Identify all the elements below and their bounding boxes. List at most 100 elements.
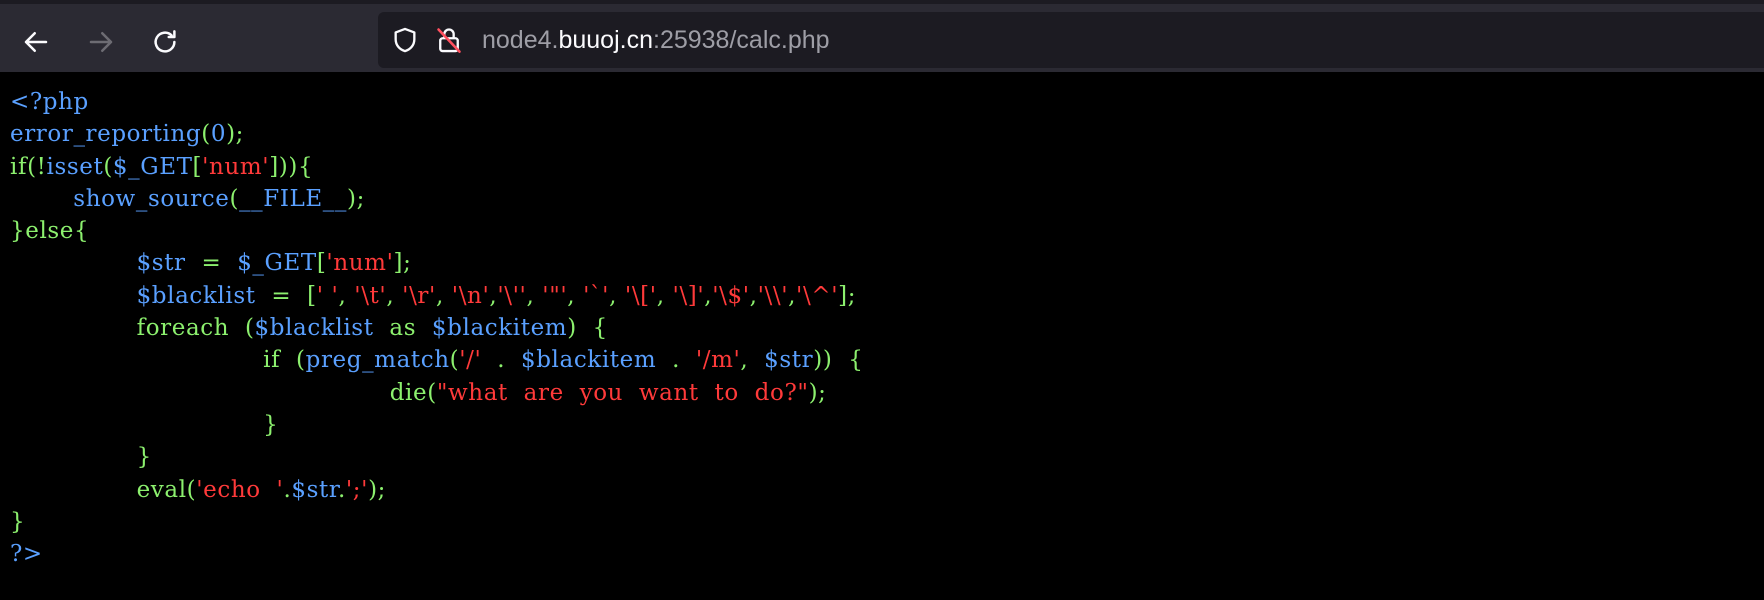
source-token: $blacklist — [136, 282, 264, 309]
source-line: show_source(__FILE__); — [10, 183, 863, 215]
source-token: preg_match — [305, 347, 450, 374]
source-line: eval('echo '.$str.';'); — [10, 474, 863, 506]
source-token: '\]' — [672, 282, 705, 309]
source-token: [ — [316, 250, 327, 277]
source-token: '"' — [542, 282, 568, 309]
forward-button[interactable] — [81, 22, 121, 62]
source-token: $blacklist — [254, 315, 382, 342]
source-line: ?> — [10, 538, 863, 570]
source-token: , — [338, 282, 355, 309]
tracking-protection-button[interactable] — [390, 25, 420, 55]
source-token: ( — [449, 347, 460, 374]
source-token: $blackitem — [513, 347, 665, 374]
source-token: $_GET — [229, 250, 317, 277]
back-button[interactable] — [16, 22, 56, 62]
source-token: '\[' — [624, 282, 657, 309]
source-token: eval( — [136, 476, 197, 503]
source-token: ( — [237, 315, 255, 342]
arrow-right-icon — [89, 32, 113, 52]
source-token: ]; — [838, 282, 857, 309]
url-path: :25938/calc.php — [653, 25, 830, 54]
source-token: ); — [368, 476, 387, 503]
source-token: $blackitem — [424, 315, 568, 342]
reload-icon — [154, 30, 176, 53]
source-line: $blacklist = [' ', '\t', '\r', '\n','\''… — [10, 280, 863, 312]
source-line: die("what are you want to do?"); — [10, 377, 863, 409]
source-line: if (preg_match('/' . $blackitem . '/m', … — [10, 344, 863, 376]
source-line: } — [10, 409, 863, 441]
source-line: }else{ — [10, 215, 863, 247]
source-token: ( — [229, 185, 240, 212]
source-token: if(! — [10, 153, 47, 180]
source-line: error_reporting(0); — [10, 118, 863, 150]
source-token — [10, 250, 137, 276]
source-line: } — [10, 506, 863, 538]
source-token: , — [749, 282, 758, 309]
source-token: ' ' — [316, 282, 339, 309]
source-token: ]; — [393, 250, 412, 277]
source-token: , — [788, 282, 797, 309]
source-token — [10, 444, 137, 470]
source-token: , — [656, 282, 673, 309]
source-token: if — [263, 347, 289, 374]
lock-insecure-icon — [437, 28, 461, 53]
source-token — [10, 477, 137, 503]
source-token: ';' — [345, 476, 369, 503]
php-source-code: <?php error_reporting(0); if(!isset($_GET[… — [10, 86, 863, 570]
source-token: "what are you want to do?" — [436, 379, 809, 406]
shield-icon — [394, 27, 416, 53]
source-token: , — [740, 347, 757, 374]
source-token: ( — [201, 121, 211, 148]
source-token: ); — [226, 121, 244, 148]
source-token — [10, 186, 73, 212]
source-token: error_reporting — [10, 121, 202, 148]
source-token — [10, 315, 137, 341]
source-token: ( — [103, 153, 113, 180]
source-token: '\n' — [451, 282, 490, 309]
source-token: = — [263, 282, 300, 309]
source-token — [10, 380, 390, 406]
source-token: '/' — [459, 347, 482, 374]
source-line: if(!isset($_GET['num'])){ — [10, 151, 863, 183]
url-bar[interactable]: node4.buuoj.cn:25938/calc.php — [378, 12, 1764, 68]
source-token — [10, 283, 137, 309]
source-token: , — [435, 282, 452, 309]
source-token — [10, 347, 263, 373]
source-token: show_source — [73, 185, 230, 212]
reload-button[interactable] — [145, 22, 185, 62]
source-token: , — [567, 282, 584, 309]
arrow-left-icon — [24, 32, 48, 52]
source-line: $str = $_GET['num']; — [10, 247, 863, 279]
source-line: foreach ($blacklist as $blackitem) { — [10, 312, 863, 344]
source-token: ( — [288, 347, 306, 374]
site-info-button[interactable] — [434, 25, 464, 55]
source-token: '\^' — [796, 282, 839, 309]
source-token: '\$' — [712, 282, 750, 309]
source-token: '`' — [583, 282, 610, 309]
source-token: isset — [46, 153, 104, 180]
source-token: $str — [136, 250, 194, 277]
source-token: , — [386, 282, 403, 309]
source-token: '\\' — [757, 282, 789, 309]
source-line: } — [10, 441, 863, 473]
url-prefix: node4. — [482, 25, 559, 54]
source-token: '/m' — [687, 347, 741, 374]
source-token: die( — [389, 379, 437, 406]
source-token: '\'' — [497, 282, 527, 309]
source-token: __FILE__ — [239, 185, 347, 212]
url-host: buuoj.cn — [558, 25, 653, 54]
source-token: '\r' — [402, 282, 436, 309]
source-token: } — [263, 411, 279, 438]
source-token: $str — [756, 347, 814, 374]
source-token: . — [664, 347, 688, 374]
source-token: <?php — [10, 89, 89, 115]
source-token: ); — [808, 379, 827, 406]
source-token: = — [193, 250, 230, 277]
url-text[interactable]: node4.buuoj.cn:25938/calc.php — [482, 26, 830, 55]
source-token: '\t' — [354, 282, 387, 309]
source-token: ])){ — [269, 153, 314, 180]
source-token: [ — [192, 153, 203, 180]
source-token: $_GET — [112, 153, 193, 180]
source-token: . — [337, 476, 346, 503]
source-token: )) { — [813, 347, 864, 374]
